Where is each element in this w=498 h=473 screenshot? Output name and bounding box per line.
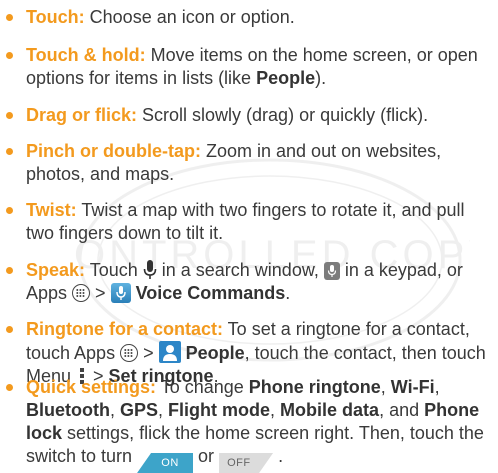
term-twist: Twist: xyxy=(26,200,77,220)
list-item-quick-settings: Quick settings: To change Phone ringtone… xyxy=(0,376,498,473)
term-ringtone: Ringtone for a contact: xyxy=(26,319,223,339)
apps-icon xyxy=(120,344,139,362)
keypad-microphone-icon xyxy=(323,262,340,280)
term-touch-hold: Touch & hold: xyxy=(26,45,146,65)
apps-icon xyxy=(72,284,91,302)
list-item-twist: Twist: Twist a map with two fingers to r… xyxy=(0,199,498,245)
bullet-icon xyxy=(6,267,13,274)
term-speak: Speak: xyxy=(26,260,86,280)
term-drag-flick: Drag or flick: xyxy=(26,105,138,125)
list-item-speak: Speak: Touch in a search window, in a ke… xyxy=(0,259,498,305)
bullet-icon xyxy=(6,112,13,119)
term-quick-settings: Quick settings: xyxy=(26,377,157,397)
microphone-icon xyxy=(143,260,157,280)
bullet-icon xyxy=(6,326,13,333)
bullet-icon xyxy=(6,384,13,391)
bullet-icon xyxy=(6,148,13,155)
list-item-touch-hold: Touch & hold: Move items on the home scr… xyxy=(0,44,498,90)
people-icon xyxy=(158,341,181,363)
voice-commands-icon xyxy=(110,283,131,303)
bullet-icon xyxy=(6,207,13,214)
term-pinch: Pinch or double-tap: xyxy=(26,141,201,161)
term-touch: Touch: xyxy=(26,7,85,27)
bullet-icon xyxy=(6,52,13,59)
bullet-icon xyxy=(6,14,13,21)
toggle-off-badge: OFF xyxy=(219,453,273,473)
toggle-on-badge: ON xyxy=(137,453,194,473)
list-item-drag-flick: Drag or flick: Scroll slowly (drag) or q… xyxy=(0,104,498,127)
list-item-pinch: Pinch or double-tap: Zoom in and out on … xyxy=(0,140,498,186)
list-item-touch: Touch: Choose an icon or option. xyxy=(0,6,498,29)
